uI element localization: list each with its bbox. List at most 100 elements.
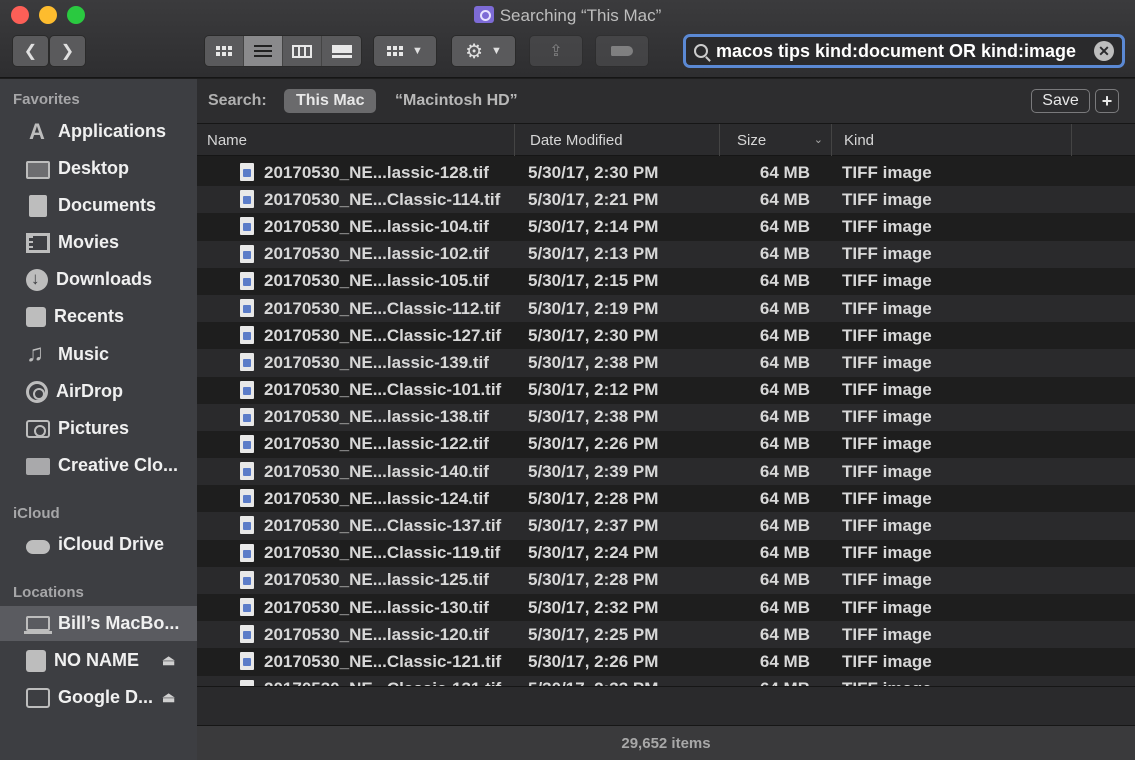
horizontal-scroll-area[interactable]	[197, 686, 1135, 725]
file-size: 64 MB	[759, 271, 810, 291]
share-button[interactable]: ⇪	[529, 35, 583, 67]
chevron-down-icon: ▼	[491, 45, 502, 57]
table-row[interactable]: 20170530_NE...Classic-127.tif 5/30/17, 2:…	[197, 322, 1135, 350]
table-row[interactable]: 20170530_NE...lassic-128.tif 5/30/17, 2:3…	[197, 159, 1135, 187]
forward-button[interactable]: ❯	[49, 35, 86, 67]
table-row[interactable]: 20170530_NE...lassic-122.tif 5/30/17, 2:2…	[197, 430, 1135, 459]
table-row[interactable]: 20170530_NE...lassic-130.tif 5/30/17, 2:3…	[197, 594, 1135, 622]
scope-label: Search:	[208, 92, 267, 109]
search-input[interactable]	[716, 40, 1086, 62]
chevron-down-icon: ▼	[412, 45, 423, 57]
group-by-button[interactable]: ▼	[373, 35, 437, 67]
locations-header: Locations	[13, 584, 84, 601]
table-row[interactable]: 20170530_NE...Classic-119.tif 5/30/17, 2:…	[197, 539, 1135, 567]
tiff-file-icon	[240, 217, 254, 236]
laptop-icon	[24, 616, 52, 634]
icloud-header: iCloud	[13, 505, 60, 522]
table-row[interactable]: 20170530_NE...lassic-105.tif 5/30/17, 2:1…	[197, 267, 1135, 295]
eject-icon[interactable]: ⏏	[162, 689, 175, 706]
list-view-button[interactable]	[244, 36, 283, 66]
table-row[interactable]: 20170530_NE...lassic-139.tif 5/30/17, 2:3…	[197, 349, 1135, 377]
column-view-button[interactable]	[283, 36, 322, 66]
scope-macintosh-hd-button[interactable]: “Macintosh HD”	[395, 92, 518, 110]
icon-view-button[interactable]	[205, 36, 244, 66]
table-row[interactable]: 20170530_NE...Classic-112.tif 5/30/17, 2:…	[197, 294, 1135, 323]
tiff-file-icon	[240, 489, 254, 508]
clear-search-icon[interactable]: ✕	[1094, 41, 1114, 61]
table-row[interactable]: 20170530_NE...lassic-125.tif 5/30/17, 2:2…	[197, 566, 1135, 594]
file-name: 20170530_NE...Classic-112.tif	[264, 298, 501, 318]
file-date-modified: 5/30/17, 2:30 PM	[528, 325, 659, 345]
table-row[interactable]: 20170530_NE...lassic-140.tif 5/30/17, 2:3…	[197, 458, 1135, 486]
file-browser: Search: This Mac “Macintosh HD” Save + N…	[197, 79, 1135, 725]
column-header-date-modified[interactable]: Date Modified	[515, 124, 720, 156]
file-kind: TIFF image	[842, 597, 932, 617]
file-date-modified: 5/30/17, 2:39 PM	[528, 461, 659, 481]
file-size: 64 MB	[759, 407, 810, 427]
column-view-icon	[292, 44, 312, 58]
airdrop-icon	[26, 380, 48, 403]
file-size: 64 MB	[759, 488, 810, 508]
file-name: 20170530_NE...lassic-128.tif	[264, 162, 489, 182]
save-search-button[interactable]: Save	[1031, 89, 1090, 113]
file-date-modified: 5/30/17, 2:37 PM	[528, 516, 659, 536]
sidebar-item-creative-cloud[interactable]: Creative Clo...	[0, 448, 197, 483]
column-header-name[interactable]: Name	[197, 124, 515, 156]
sidebar-item-icloud-drive[interactable]: iCloud Drive	[0, 527, 197, 562]
tiff-file-icon	[240, 326, 254, 345]
view-mode-control	[204, 35, 362, 67]
file-name: 20170530_NE...Classic-121.tif	[264, 651, 502, 671]
file-date-modified: 5/30/17, 2:38 PM	[528, 352, 659, 372]
column-header-kind[interactable]: Kind	[832, 124, 1072, 156]
scope-this-mac-button[interactable]: This Mac	[284, 89, 377, 113]
sidebar-item-google-drive[interactable]: Google D... ⏏	[0, 680, 197, 715]
search-field[interactable]: ✕	[683, 34, 1125, 68]
sidebar: Favorites Applications Desktop Documents…	[0, 79, 197, 760]
chevron-left-icon: ❮	[23, 43, 38, 60]
file-name: 20170530_NE...Classic-119.tif	[264, 543, 501, 563]
sidebar-item-no-name[interactable]: NO NAME ⏏	[0, 643, 197, 678]
sidebar-item-documents[interactable]: Documents	[0, 188, 197, 223]
file-name: 20170530_NE...Classic-114.tif	[264, 189, 501, 209]
table-row[interactable]: 20170530_NE...Classic-101.tif 5/30/17, 2:…	[197, 376, 1135, 404]
documents-icon	[29, 194, 47, 217]
gallery-view-button[interactable]	[322, 36, 361, 66]
tags-button[interactable]	[595, 35, 649, 67]
sidebar-item-downloads[interactable]: Downloads	[0, 262, 197, 297]
movies-icon	[26, 232, 50, 253]
sidebar-item-recents[interactable]: Recents	[0, 299, 197, 334]
table-row[interactable]: 20170530_NE...lassic-102.tif 5/30/17, 2:1…	[197, 240, 1135, 268]
table-row[interactable]: 20170530_NE...Classic-114.tif 5/30/17, 2:…	[197, 186, 1135, 214]
file-kind: TIFF image	[842, 162, 932, 182]
table-row[interactable]: 20170530_NE...Classic-121.tif 5/30/17, 2:…	[197, 648, 1135, 676]
file-size: 64 MB	[759, 434, 810, 454]
sidebar-item-pictures[interactable]: Pictures	[0, 411, 197, 446]
table-row[interactable]: 20170530_NE...lassic-124.tif 5/30/17, 2:2…	[197, 485, 1135, 513]
cloud-icon	[26, 539, 50, 554]
eject-icon[interactable]: ⏏	[162, 652, 175, 669]
tiff-file-icon	[240, 516, 254, 535]
sidebar-item-movies[interactable]: Movies	[0, 225, 197, 260]
action-button[interactable]: ⚙ ▼	[451, 35, 516, 67]
table-row[interactable]: 20170530_NE...lassic-104.tif 5/30/17, 2:1…	[197, 213, 1135, 241]
add-criteria-button[interactable]: +	[1095, 89, 1119, 113]
file-date-modified: 5/30/17, 2:32 PM	[528, 597, 659, 617]
table-row[interactable]: 20170530_NE...Classic-137.tif 5/30/17, 2:…	[197, 512, 1135, 540]
sidebar-item-applications[interactable]: Applications	[0, 114, 197, 149]
table-row[interactable]: 20170530_NE...lassic-138.tif 5/30/17, 2:3…	[197, 403, 1135, 431]
sidebar-item-music[interactable]: Music	[0, 337, 197, 372]
file-date-modified: 5/30/17, 2:15 PM	[528, 271, 659, 291]
tiff-file-icon	[240, 407, 254, 426]
back-button[interactable]: ❮	[12, 35, 49, 67]
sidebar-item-desktop[interactable]: Desktop	[0, 151, 197, 186]
drive-icon	[26, 649, 46, 672]
file-date-modified: 5/30/17, 2:24 PM	[528, 543, 659, 563]
file-kind: TIFF image	[842, 407, 932, 427]
toolbar: Searching “This Mac” ❮ ❯ ▼ ⚙ ▼ ⇪ ✕	[0, 0, 1135, 78]
gear-icon: ⚙	[465, 40, 484, 63]
sidebar-item-airdrop[interactable]: AirDrop	[0, 374, 197, 409]
table-row[interactable]: 20170530_NE...Classic-131.tif 5/30/17, 2:…	[197, 675, 1135, 686]
sidebar-item-macbook[interactable]: Bill’s MacBo...	[0, 606, 197, 641]
table-row[interactable]: 20170530_NE...lassic-120.tif 5/30/17, 2:2…	[197, 621, 1135, 649]
column-header-size[interactable]: Size ⌄	[720, 124, 832, 156]
